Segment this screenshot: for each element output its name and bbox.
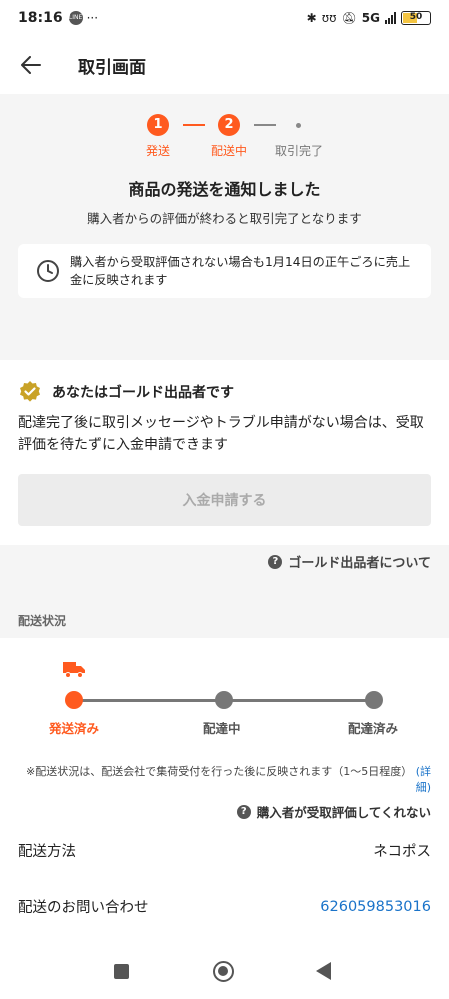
home-icon[interactable] [213,961,234,982]
track-dot-delivered [365,691,383,709]
question-circle-icon: ? [268,554,283,569]
track-label-in-transit: 配達中 [203,721,241,736]
delivery-status-heading: 配送状況 [18,614,67,628]
transaction-progress: 1 2 発送 配送中 取引完了 商品の発送を通知しました 購入者からの評価が終わ… [0,94,449,316]
track-label-shipped: 発送済み [49,721,100,736]
track-dot-shipped [65,691,83,709]
page-title: 取引画面 [78,57,146,78]
gold-seller-header: あなたはゴールド出品者です [18,380,234,404]
deposit-request-button[interactable]: 入金申請する [18,474,431,526]
signal-icon [385,12,396,24]
shipping-method-value: ネコポス [373,844,431,860]
delivery-note-text: ※配送状況は、配送会社で集荷受付を行った後に反映されます（1〜5日程度） [25,765,413,778]
notice-subtitle: 購入者からの評価が終わると取引完了となります [87,211,362,226]
battery-icon: 50 [401,11,431,25]
line-app-icon: LINE [68,11,83,25]
track-line-2 [224,699,374,702]
tracking-number-link[interactable]: 626059853016 [320,899,431,915]
delivery-note: ※配送状況は、配送会社で集荷受付を行った後に反映されます（1〜5日程度） (詳細… [18,764,431,796]
step-1-label: 発送 [146,144,171,158]
shipping-method-row: 配送方法 ネコポス [18,840,431,861]
tracking-inquiry-label: 配送のお問い合わせ [18,900,149,916]
track-label-delivered: 配達済み [348,721,399,736]
buyer-no-review-label: 購入者が受取評価してくれない [256,805,431,820]
network-label: 5G [361,11,380,25]
earbuds-icon: ʊʊ [321,11,337,25]
status-bar: 18:16 LINE ··· ✱ ʊʊ 🔕︎ 5G 50 [0,0,449,36]
track-line-1 [74,699,224,702]
truck-icon [63,662,85,678]
battery-level: 50 [409,12,423,22]
step-2-label: 配送中 [211,144,248,158]
gold-seller-description: 配達完了後に取引メッセージやトラブル申請がない場合は、受取評価を待たずに入金申請… [18,415,424,453]
progress-steps: 1 2 発送 配送中 取引完了 [0,114,449,174]
system-nav-bar [0,948,449,999]
mute-bell-icon: 🔕︎ [341,11,357,25]
gold-badge-icon [20,381,40,402]
step-3-label: 取引完了 [275,144,324,158]
step-2-circle: 2 [218,114,240,136]
back-arrow-icon[interactable] [18,52,44,78]
step-connector-1 [183,124,205,126]
settlement-info-text: 購入者から受取評価されない場合も1月14日の正午ごろに売上金に反映されます [70,255,411,287]
about-gold-seller-link[interactable]: ? ゴールド出品者について [268,552,431,571]
track-dot-in-transit [215,691,233,709]
status-indicators: ✱ ʊʊ 🔕︎ 5G 50 [307,11,431,25]
tracking-inquiry-row: 配送のお問い合わせ 626059853016 [18,896,431,917]
gold-seller-title: あなたはゴールド出品者です [52,385,234,401]
bluetooth-icon: ✱ [306,11,317,25]
gold-seller-section: あなたはゴールド出品者です 配達完了後に取引メッセージやトラブル申請がない場合は… [0,360,449,545]
step-3-dot [296,123,301,128]
notice-title: 商品の発送を通知しました [128,180,321,199]
system-back-icon[interactable] [316,962,331,980]
delivery-detail-link[interactable]: (詳細) [416,765,431,794]
settlement-info-card: 購入者から受取評価されない場合も1月14日の正午ごろに売上金に反映されます [18,244,431,298]
step-1-circle: 1 [147,114,169,136]
delivery-section: 発送済み 配達中 配達済み ※配送状況は、配送会社で集荷受付を行った後に反映され… [0,638,449,948]
app-header: 取引画面 [0,36,449,94]
step-connector-2 [254,124,276,126]
about-gold-seller-label: ゴールド出品者について [288,556,431,571]
status-time: 18:16 [18,10,63,26]
question-circle-icon: ? [236,804,251,819]
more-notifications-icon: ··· [86,11,99,25]
buyer-no-review-help-link[interactable]: ? 購入者が受取評価してくれない [236,802,431,821]
shipping-method-label: 配送方法 [18,844,76,860]
recent-apps-icon[interactable] [114,964,129,979]
clock-icon [37,260,59,282]
